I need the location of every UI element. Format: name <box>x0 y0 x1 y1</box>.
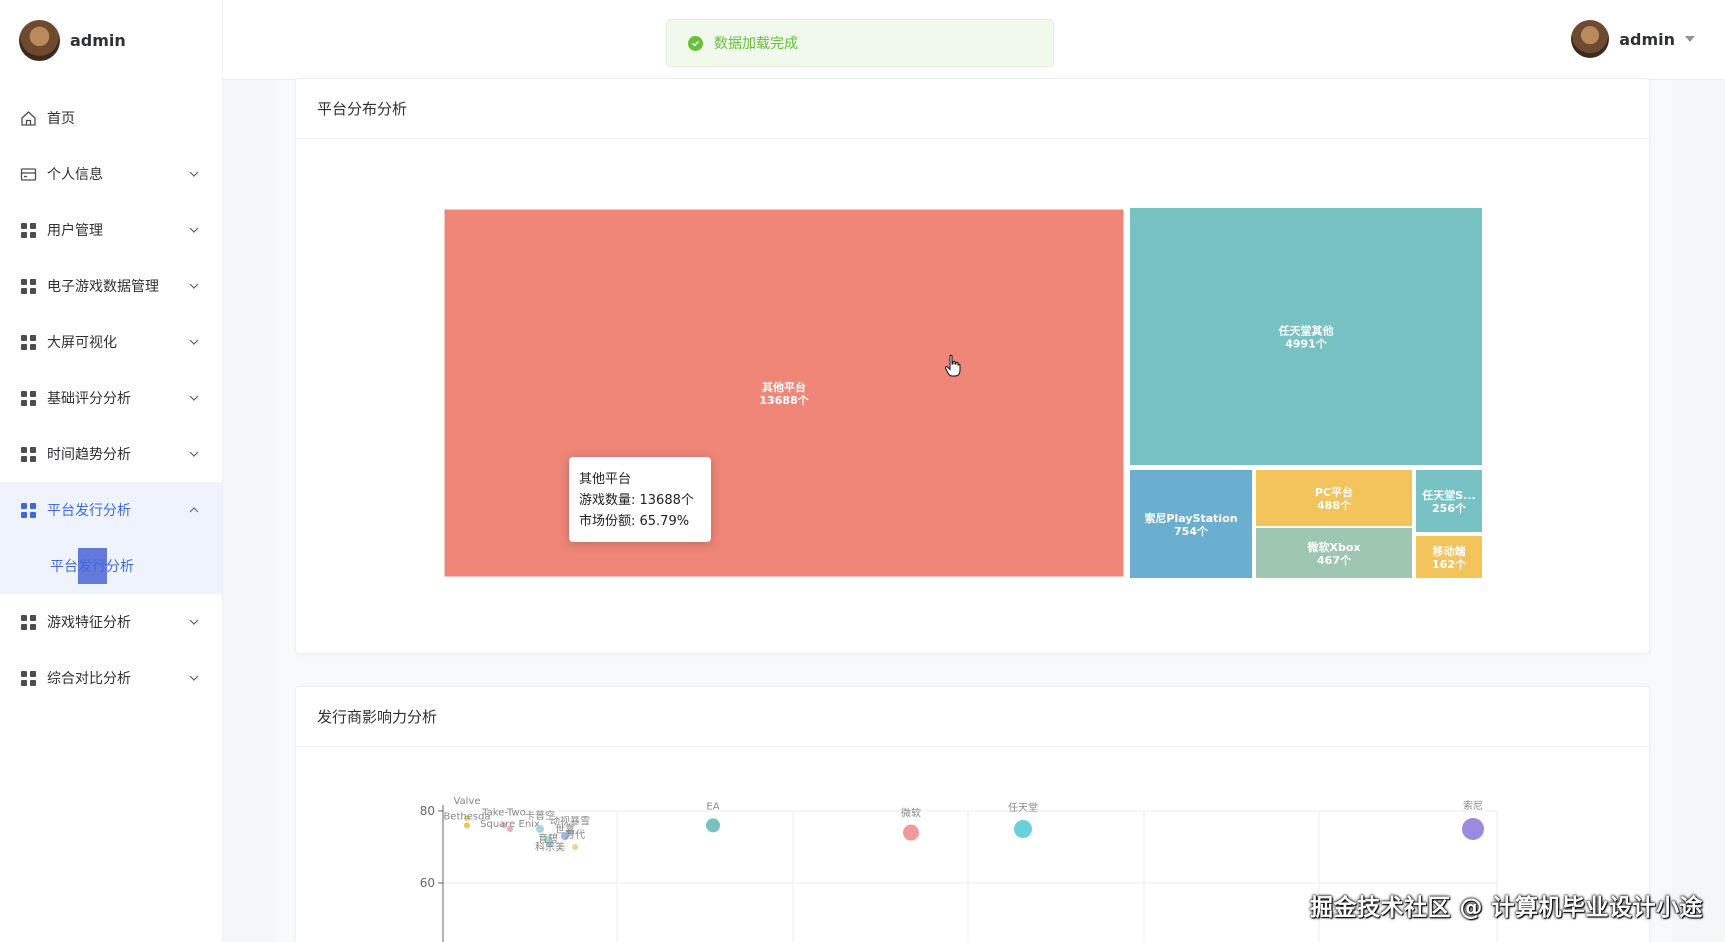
home-icon <box>20 110 37 127</box>
sidebar-subitem-label: 平台发行分析 <box>50 559 134 575</box>
sidebar-item-label: 游戏特征分析 <box>47 615 131 631</box>
header-user-name: admin <box>1619 29 1675 49</box>
sidebar-brand: admin <box>0 0 222 80</box>
chevron-down-icon <box>189 227 199 233</box>
grid-icon <box>20 614 37 631</box>
grid-icon <box>20 670 37 687</box>
chevron-down-icon <box>189 619 199 625</box>
chevron-down-icon <box>189 675 199 681</box>
sidebar-item-trend-analysis[interactable]: 时间趋势分析 <box>0 426 222 482</box>
sidebar-item-label: 首页 <box>47 111 75 127</box>
avatar <box>19 19 60 61</box>
tooltip-share: 市场份额: 65.79% <box>579 514 690 529</box>
sidebar: admin 首页 个人信息 用户管理 电子游戏数据管理 大屏可视化 基础评分分析… <box>0 0 223 942</box>
sidebar-user-name: admin <box>70 30 126 50</box>
sidebar-item-feature-analysis[interactable]: 游戏特征分析 <box>0 594 222 650</box>
chevron-down-icon <box>189 395 199 401</box>
avatar <box>1571 20 1610 58</box>
chevron-down-icon <box>189 171 199 177</box>
sidebar-item-platform-analysis[interactable]: 平台发行分析 <box>0 482 222 538</box>
sidebar-item-label: 电子游戏数据管理 <box>47 279 159 295</box>
sidebar-item-label: 平台发行分析 <box>47 503 131 519</box>
sidebar-subitem-platform-analysis[interactable]: 平台发行分析 <box>0 538 222 594</box>
chart-tooltip: 其他平台 游戏数量: 13688个 市场份额: 65.79% <box>569 457 711 542</box>
sidebar-item-profile[interactable]: 个人信息 <box>0 146 222 202</box>
check-circle-icon <box>688 35 703 51</box>
chevron-down-icon <box>189 339 199 345</box>
sidebar-item-game-data[interactable]: 电子游戏数据管理 <box>0 258 222 314</box>
sidebar-item-label: 综合对比分析 <box>47 671 131 687</box>
sidebar-item-label: 时间趋势分析 <box>47 447 131 463</box>
sidebar-item-label: 大屏可视化 <box>47 335 117 351</box>
platform-distribution-card: 平台分布分析 <box>295 78 1650 654</box>
grid-icon <box>20 502 37 519</box>
sidebar-item-label: 基础评分分析 <box>47 391 131 407</box>
tooltip-count: 游戏数量: 13688个 <box>579 493 694 508</box>
sidebar-menu: 首页 个人信息 用户管理 电子游戏数据管理 大屏可视化 基础评分分析 时间趋势分… <box>0 90 222 706</box>
toast-message: 数据加载完成 <box>714 36 798 52</box>
card-title: 平台分布分析 <box>296 79 1649 139</box>
app-root: admin 首页 个人信息 用户管理 电子游戏数据管理 大屏可视化 基础评分分析… <box>0 0 1725 942</box>
chevron-up-icon <box>189 507 199 513</box>
sidebar-item-label: 个人信息 <box>47 167 103 183</box>
grid-icon <box>20 278 37 295</box>
user-dropdown[interactable]: admin <box>1571 20 1695 58</box>
caret-down-icon <box>1685 36 1695 42</box>
sidebar-item-user-management[interactable]: 用户管理 <box>0 202 222 258</box>
grid-icon <box>20 446 37 463</box>
grid-icon <box>20 334 37 351</box>
hand-pointer-icon <box>944 354 961 377</box>
sidebar-item-home[interactable]: 首页 <box>0 90 222 146</box>
grid-icon <box>20 222 37 239</box>
sidebar-item-label: 用户管理 <box>47 223 103 239</box>
success-toast: 数据加载完成 <box>666 19 1054 67</box>
watermark: 掘金技术社区 @ 计算机毕业设计小途 <box>1309 895 1703 921</box>
chevron-down-icon <box>189 283 199 289</box>
card-icon <box>20 166 37 183</box>
sidebar-item-big-screen[interactable]: 大屏可视化 <box>0 314 222 370</box>
top-header: 数据加载完成 admin <box>223 0 1725 80</box>
sidebar-item-rating-analysis[interactable]: 基础评分分析 <box>0 370 222 426</box>
sidebar-item-comparison-analysis[interactable]: 综合对比分析 <box>0 650 222 706</box>
tooltip-title: 其他平台 <box>579 472 632 487</box>
card-title: 发行商影响力分析 <box>296 687 1649 747</box>
grid-icon <box>20 390 37 407</box>
chevron-down-icon <box>189 451 199 457</box>
